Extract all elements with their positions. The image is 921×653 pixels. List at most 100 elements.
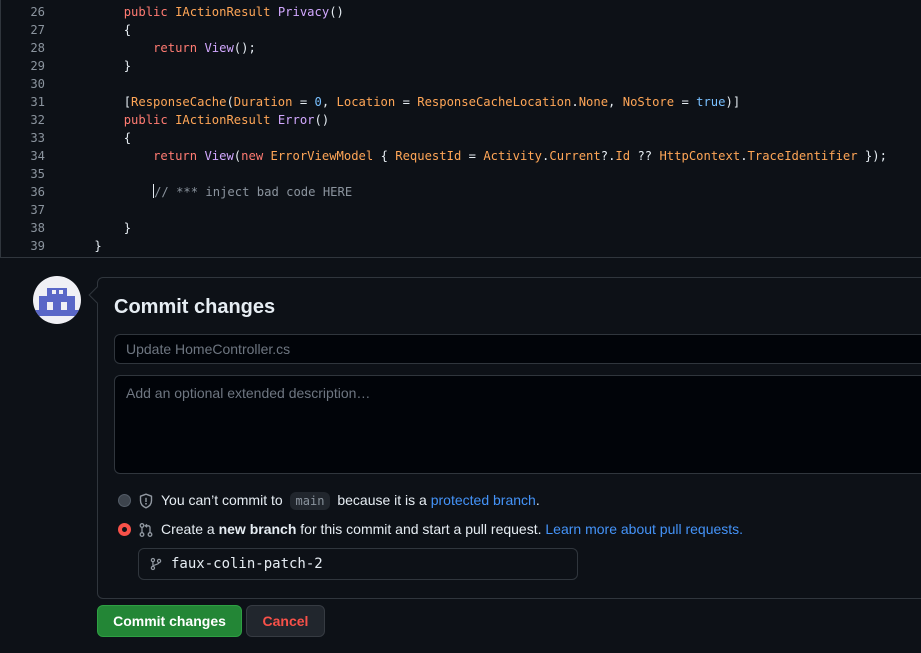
code-line[interactable]: 27 { [1,21,921,39]
code-token: ( [226,95,234,109]
code-token: 0 [314,95,322,109]
code-text[interactable]: return View(); [65,39,256,57]
line-number: 26 [30,5,45,19]
code-text[interactable]: } [65,57,131,75]
code-line[interactable]: 35 [1,165,921,183]
code-token: // *** inject bad code HERE [154,185,353,199]
code-line[interactable]: 29 } [1,57,921,75]
code-token: Duration [233,95,293,109]
cancel-button[interactable]: Cancel [246,605,325,637]
line-number: 27 [30,23,45,37]
new-branch-label: Create a new branch for this commit and … [161,521,744,537]
code-token: None [578,95,609,109]
line-number: 36 [30,185,45,199]
code-token: , [321,95,337,109]
code-line[interactable]: 38 } [1,219,921,237]
git-branch-icon [150,557,162,571]
code-line[interactable]: 30 [1,75,921,93]
commit-title: Commit changes [114,296,276,318]
avatar[interactable] [33,276,81,324]
code-token: ErrorViewModel [270,149,374,163]
code-text[interactable]: } [65,219,131,237]
shield-icon [139,493,153,509]
code-text[interactable]: return View(new ErrorViewModel { Request… [65,147,887,165]
code-token: ResponseCacheLocation [417,95,572,109]
branch-name-field[interactable] [138,548,578,580]
code-line[interactable]: 28 return View(); [1,39,921,57]
code-line[interactable]: 26 public IActionResult Privacy() [1,3,921,21]
code-token: true [696,95,726,109]
code-line[interactable]: 34 return View(new ErrorViewModel { Requ… [1,147,921,165]
branch-name-main: main [289,492,331,510]
code-token: IActionResult [175,5,278,19]
commit-direct-radio[interactable] [118,494,131,507]
code-token: RequestId [395,149,462,163]
code-text[interactable]: // *** inject bad code HERE [65,183,352,201]
line-number: 32 [30,113,45,127]
code-token: = [395,95,418,109]
commit-changes-button[interactable]: Commit changes [97,605,242,637]
code-line[interactable]: 32 public IActionResult Error() [1,111,921,129]
code-token: View [204,149,234,163]
code-text[interactable]: { [65,21,131,39]
code-token: ?? [630,149,660,163]
code-token: Id [615,149,631,163]
code-token: () [329,5,344,19]
code-token: new [241,149,271,163]
code-token: IActionResult [175,113,278,127]
code-token: = [461,149,484,163]
code-token: Current [549,149,601,163]
code-editor[interactable]: 26 public IActionResult Privacy() 27 {28 … [0,0,921,258]
code-text[interactable]: public IActionResult Privacy() [65,3,344,21]
protected-branch-link[interactable]: protected branch [431,492,536,508]
code-token: } [94,239,102,253]
line-number: 35 [30,167,45,181]
code-token: )] [725,95,741,109]
line-number: 37 [30,203,45,217]
code-token: NoStore [622,95,675,109]
code-token: }); [857,149,887,163]
code-token: ResponseCache [131,95,227,109]
code-line[interactable]: 36 // *** inject bad code HERE [1,183,921,201]
line-number: 39 [30,239,45,253]
code-line[interactable]: 39 } [1,237,921,255]
code-token: public [123,113,176,127]
code-text[interactable]: public IActionResult Error() [65,111,329,129]
code-token: , [608,95,623,109]
line-number: 31 [30,95,45,109]
code-line[interactable]: 31 [ResponseCache(Duration = 0, Location… [1,93,921,111]
code-token: } [123,59,132,73]
code-token: } [123,221,132,235]
code-token: Error [277,113,315,127]
code-text[interactable]: [ResponseCache(Duration = 0, Location = … [65,93,740,111]
code-line[interactable]: 33 { [1,129,921,147]
code-token: { [123,23,132,37]
code-token: return [153,41,205,55]
learn-more-pull-requests-link[interactable]: Learn more about pull requests. [545,521,743,537]
code-token: Location [336,95,396,109]
code-token: () [314,113,330,127]
code-text[interactable]: } [65,237,102,255]
commit-description-input[interactable] [114,375,921,474]
code-line[interactable]: 37 [1,201,921,219]
code-token: . [571,95,579,109]
code-token: return [153,149,205,163]
commit-summary-input[interactable] [114,334,921,364]
code-text[interactable]: { [65,129,131,147]
code-token: (); [233,41,256,55]
code-token: = [674,95,697,109]
code-token: [ [123,95,132,109]
new-branch-radio[interactable] [118,523,131,536]
commit-direct-label: You can’t commit to main because it is a… [161,492,540,510]
code-token: HttpContext [659,149,741,163]
branch-name-input[interactable] [171,549,571,579]
